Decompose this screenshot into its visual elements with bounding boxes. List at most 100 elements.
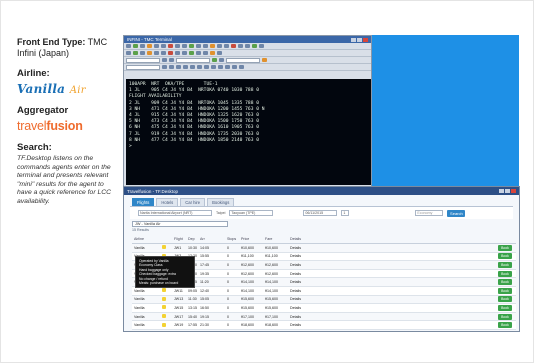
table-row[interactable]: Vanilla JW1 10:30 14:05 0 ¥10,600 ¥10,600 Detai… <box>132 244 516 253</box>
toolbar-icon[interactable] <box>203 51 208 55</box>
table-row[interactable]: Vanilla JW19 17:55 21:30 0 ¥18,600 ¥18,600 Deta… <box>132 321 516 330</box>
terminal-window[interactable]: INFINI - TMC Terminal 100APR NRT OKA/TPE… <box>123 35 372 187</box>
terminal-screen[interactable]: 100APR NRT OKA/TPE TUE-1 1 JL 905 C4 J4 Y… <box>126 79 371 185</box>
toolbar-icon[interactable] <box>126 51 131 55</box>
toolbar-icon[interactable] <box>161 51 166 55</box>
toolbar-icon[interactable] <box>196 51 201 55</box>
toolbar-icon[interactable] <box>217 51 222 55</box>
toolbar-icon[interactable] <box>190 65 195 69</box>
book-button[interactable]: Book <box>498 253 512 260</box>
toolbar-icon[interactable] <box>189 51 194 55</box>
tab-flights[interactable]: Flights <box>132 198 155 206</box>
col-arr[interactable]: Arr <box>200 237 214 241</box>
toolbar-icon[interactable] <box>162 58 167 62</box>
toolbar-icon[interactable] <box>133 51 138 55</box>
toolbar-icon[interactable] <box>210 44 215 48</box>
command-field[interactable] <box>126 57 160 63</box>
col-price[interactable]: Price <box>241 237 265 241</box>
toolbar-icon[interactable] <box>133 44 138 48</box>
origin-input[interactable]: Narita International Airport (NRT) <box>138 210 212 216</box>
toolbar-icon[interactable] <box>168 44 173 48</box>
book-button[interactable]: Book <box>498 304 512 311</box>
class-input[interactable]: Economy <box>415 210 444 216</box>
toolbar-icon[interactable] <box>217 44 222 48</box>
close-icon[interactable] <box>511 189 516 193</box>
col-stops[interactable]: Stops <box>227 237 241 241</box>
toolbar-icon[interactable] <box>259 44 264 48</box>
toolbar-icon[interactable] <box>210 51 215 55</box>
toolbar-icon[interactable] <box>183 65 188 69</box>
book-button[interactable]: Book <box>498 322 512 329</box>
minimize-icon[interactable] <box>351 37 356 42</box>
toolbar-icon[interactable] <box>176 65 181 69</box>
book-button[interactable]: Book <box>498 287 512 294</box>
toolbar-icon[interactable] <box>262 58 267 62</box>
table-row[interactable]: Vanilla JW15 13:15 16:50 0 ¥15,600 ¥15,600 Deta… <box>132 304 516 313</box>
toolbar-icon[interactable] <box>154 51 159 55</box>
table-row[interactable]: Vanilla JW13 11:30 15:05 0 ¥15,600 ¥15,600 Deta… <box>132 295 516 305</box>
tf-title-bar[interactable]: Travelfusion - TF.Desktop <box>124 187 519 195</box>
toolbar-icon[interactable] <box>204 65 209 69</box>
book-button[interactable]: Book <box>498 279 512 286</box>
toolbar-icon[interactable] <box>182 51 187 55</box>
book-button[interactable]: Book <box>498 244 512 251</box>
toolbar-icon[interactable] <box>218 65 223 69</box>
tf-desktop-window[interactable]: Travelfusion - TF.Desktop Flights Hotels… <box>123 186 520 332</box>
toolbar-icon[interactable] <box>197 65 202 69</box>
pax-input[interactable]: 1 <box>341 210 350 216</box>
toolbar-icon[interactable] <box>175 51 180 55</box>
col-flight[interactable]: Flight <box>174 237 188 241</box>
toolbar-icon[interactable] <box>168 51 173 55</box>
toolbar-icon[interactable] <box>211 65 216 69</box>
maximize-icon[interactable] <box>505 189 510 193</box>
toolbar-icon[interactable] <box>196 44 201 48</box>
minimize-icon[interactable] <box>499 189 504 193</box>
airline-filter-select[interactable]: JW - Vanilla Air <box>132 221 228 227</box>
toolbar-icon[interactable] <box>147 51 152 55</box>
toolbar-icon[interactable] <box>175 44 180 48</box>
toolbar-icon[interactable] <box>147 44 152 48</box>
col-fare[interactable]: Fare <box>265 237 290 241</box>
table-row[interactable]: Vanilla JW17 15:40 19:15 0 ¥17,100 ¥17,100 Deta… <box>132 312 516 322</box>
toolbar-icon[interactable] <box>161 44 166 48</box>
toolbar-icon[interactable] <box>140 44 145 48</box>
cell-stops: 0 <box>227 323 229 328</box>
toolbar-icon[interactable] <box>162 65 167 69</box>
terminal-title-bar[interactable]: INFINI - TMC Terminal <box>124 36 371 43</box>
toolbar-icon[interactable] <box>219 58 224 62</box>
col-airline[interactable]: Airline <box>132 237 162 241</box>
book-button[interactable]: Book <box>498 296 512 303</box>
col-dep[interactable]: Dep <box>188 237 200 241</box>
toolbar-icon[interactable] <box>154 44 159 48</box>
toolbar-icon[interactable] <box>224 44 229 48</box>
tab-hotels[interactable]: Hotels <box>156 198 179 206</box>
command-field[interactable] <box>176 57 210 63</box>
toolbar-icon[interactable] <box>169 58 174 62</box>
toolbar-icon[interactable] <box>252 44 257 48</box>
toolbar-icon[interactable] <box>126 44 131 48</box>
book-button[interactable]: Book <box>498 261 512 268</box>
toolbar-icon[interactable] <box>232 65 237 69</box>
toolbar-icon[interactable] <box>189 44 194 48</box>
toolbar-icon[interactable] <box>231 44 236 48</box>
book-button[interactable]: Book <box>498 313 512 320</box>
command-field[interactable] <box>126 64 160 70</box>
toolbar-icon[interactable] <box>245 44 250 48</box>
toolbar-icon[interactable] <box>182 44 187 48</box>
toolbar-icon[interactable] <box>225 65 230 69</box>
book-button[interactable]: Book <box>498 270 512 277</box>
toolbar-icon[interactable] <box>239 65 244 69</box>
toolbar-icon[interactable] <box>238 44 243 48</box>
date-input[interactable]: 06/11/2015 <box>303 210 338 216</box>
maximize-icon[interactable] <box>357 37 362 42</box>
destination-input[interactable]: Taoyuan (TPE) <box>229 210 274 216</box>
command-field[interactable] <box>226 57 260 63</box>
toolbar-icon[interactable] <box>169 65 174 69</box>
toolbar-icon[interactable] <box>212 58 217 62</box>
toolbar-icon[interactable] <box>140 51 145 55</box>
tab-bookings[interactable]: Bookings <box>207 198 235 206</box>
search-button[interactable]: Search <box>447 209 466 217</box>
tab-car-hire[interactable]: Car hire <box>180 198 206 206</box>
toolbar-icon[interactable] <box>203 44 208 48</box>
close-icon[interactable] <box>363 37 368 42</box>
